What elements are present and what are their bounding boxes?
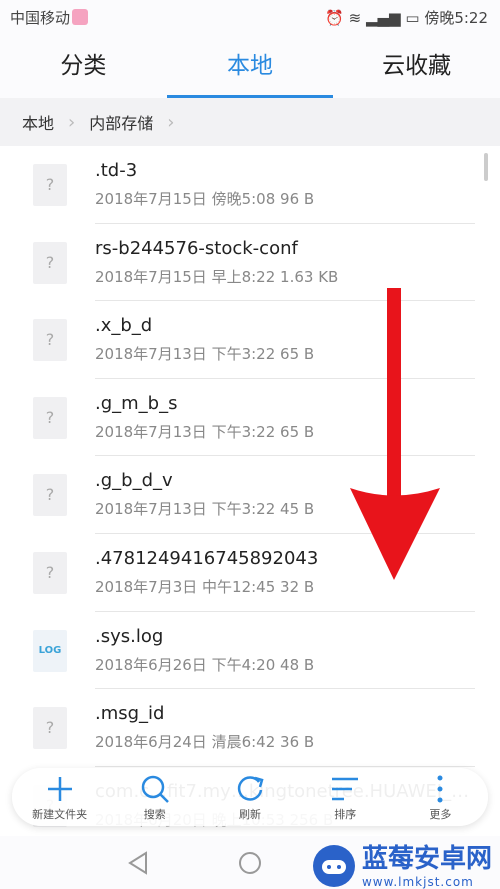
carrier: 中国移动: [10, 9, 71, 27]
arrow-head: [350, 488, 440, 580]
new-folder-button[interactable]: 新建文件夹: [12, 768, 107, 826]
file-meta: 2018年7月13日 下午3:22 45 B: [95, 500, 315, 519]
sort-icon: [332, 777, 359, 801]
file-name: .x_b_d: [95, 315, 153, 337]
tab-cloud[interactable]: 云收藏: [333, 34, 500, 98]
watermark-url: www.lmkjst.com: [361, 875, 474, 889]
file-name: .td-3: [95, 160, 138, 181]
file-meta: 2018年7月3日 中午12:45 32 B: [95, 577, 315, 596]
chevron-right-icon: ›: [68, 111, 76, 133]
file-meta: 2018年7月13日 下午3:22 65 B: [95, 422, 315, 441]
red-arrow-annotation: [350, 288, 440, 580]
file-meta: 2018年7月15日 傍晚5:08 96 B: [95, 190, 315, 208]
unknown-file-icon: ?: [33, 164, 67, 206]
search-button[interactable]: 搜索: [107, 768, 202, 826]
plus-icon: [47, 777, 72, 801]
battery-icon: ▭: [405, 9, 420, 27]
chevron-right-icon: ›: [167, 111, 175, 133]
status-bar: 中国移动 ⏰ ≋ ▂▄▆ ▭ 傍晚5:22: [0, 0, 500, 34]
more-icon: [437, 775, 443, 803]
watermark-logo-icon: [312, 844, 355, 887]
file-meta: 2018年6月26日 下午4:20 48 B: [95, 655, 315, 674]
file-meta: 2018年7月15日 早上8:22 1.63 KB: [95, 267, 339, 286]
unknown-file-icon: ?: [33, 474, 67, 517]
app-notification-icon: [72, 9, 89, 25]
unknown-file-icon: ?: [33, 396, 67, 439]
breadcrumb: 本地 › 内部存储 ›: [0, 98, 500, 146]
back-icon[interactable]: [126, 850, 152, 876]
unknown-file-icon: ?: [33, 319, 67, 362]
arrow-shaft: [387, 288, 401, 498]
alarm-icon: ⏰: [325, 9, 344, 27]
file-row[interactable]: ? .td-3 2018年7月15日 傍晚5:08 96 B: [0, 146, 500, 224]
file-name: .sys.log: [95, 625, 164, 647]
search-label: 搜索: [143, 808, 166, 821]
signal-icon: ▂▄▆: [365, 9, 401, 27]
file-name: .4781249416745892043: [95, 547, 319, 569]
refresh-label: 刷新: [239, 808, 261, 821]
refresh-button[interactable]: 刷新: [202, 768, 297, 826]
file-name: .g_b_d_v: [95, 470, 173, 492]
scrollbar[interactable]: [484, 153, 488, 181]
sort-button[interactable]: 排序: [298, 768, 393, 826]
more-label: 更多: [429, 808, 452, 821]
watermark-title: 蓝莓安卓网: [361, 844, 492, 874]
unknown-file-icon: ?: [33, 241, 67, 284]
breadcrumb-local[interactable]: 本地: [22, 110, 54, 134]
file-name: .msg_id: [95, 703, 165, 725]
file-name: .g_m_b_s: [95, 392, 178, 414]
tab-bar: 分类 本地 云收藏: [0, 34, 500, 98]
watermark: 蓝莓安卓网 www.lmkjst.com: [310, 838, 492, 889]
bottom-toolbar: 新建文件夹 搜索 刷新 排序 更多: [12, 768, 488, 826]
tab-category[interactable]: 分类: [0, 34, 167, 98]
unknown-file-icon: ?: [33, 707, 67, 750]
wifi-icon: ≋: [348, 9, 362, 27]
home-icon[interactable]: [237, 850, 263, 876]
file-row[interactable]: LOG .sys.log 2018年6月26日 下午4:20 48 B: [0, 612, 500, 690]
unknown-file-icon: ?: [33, 551, 67, 594]
file-row[interactable]: ? .msg_id 2018年6月24日 清晨6:42 36 B: [0, 689, 500, 767]
file-meta: 2018年6月24日 清晨6:42 36 B: [95, 733, 315, 752]
new-folder-label: 新建文件夹: [32, 808, 88, 821]
refresh-icon: [237, 776, 264, 801]
file-name: rs-b244576-stock-conf: [95, 237, 298, 259]
clock: 傍晚5:22: [424, 9, 488, 27]
tab-local[interactable]: 本地: [166, 34, 334, 98]
more-button[interactable]: 更多: [393, 768, 488, 826]
log-file-icon: LOG: [33, 629, 67, 672]
sort-label: 排序: [334, 808, 357, 821]
search-icon: [141, 775, 169, 803]
breadcrumb-internal-storage[interactable]: 内部存储: [89, 110, 153, 134]
file-meta: 2018年7月13日 下午3:22 65 B: [95, 345, 315, 364]
